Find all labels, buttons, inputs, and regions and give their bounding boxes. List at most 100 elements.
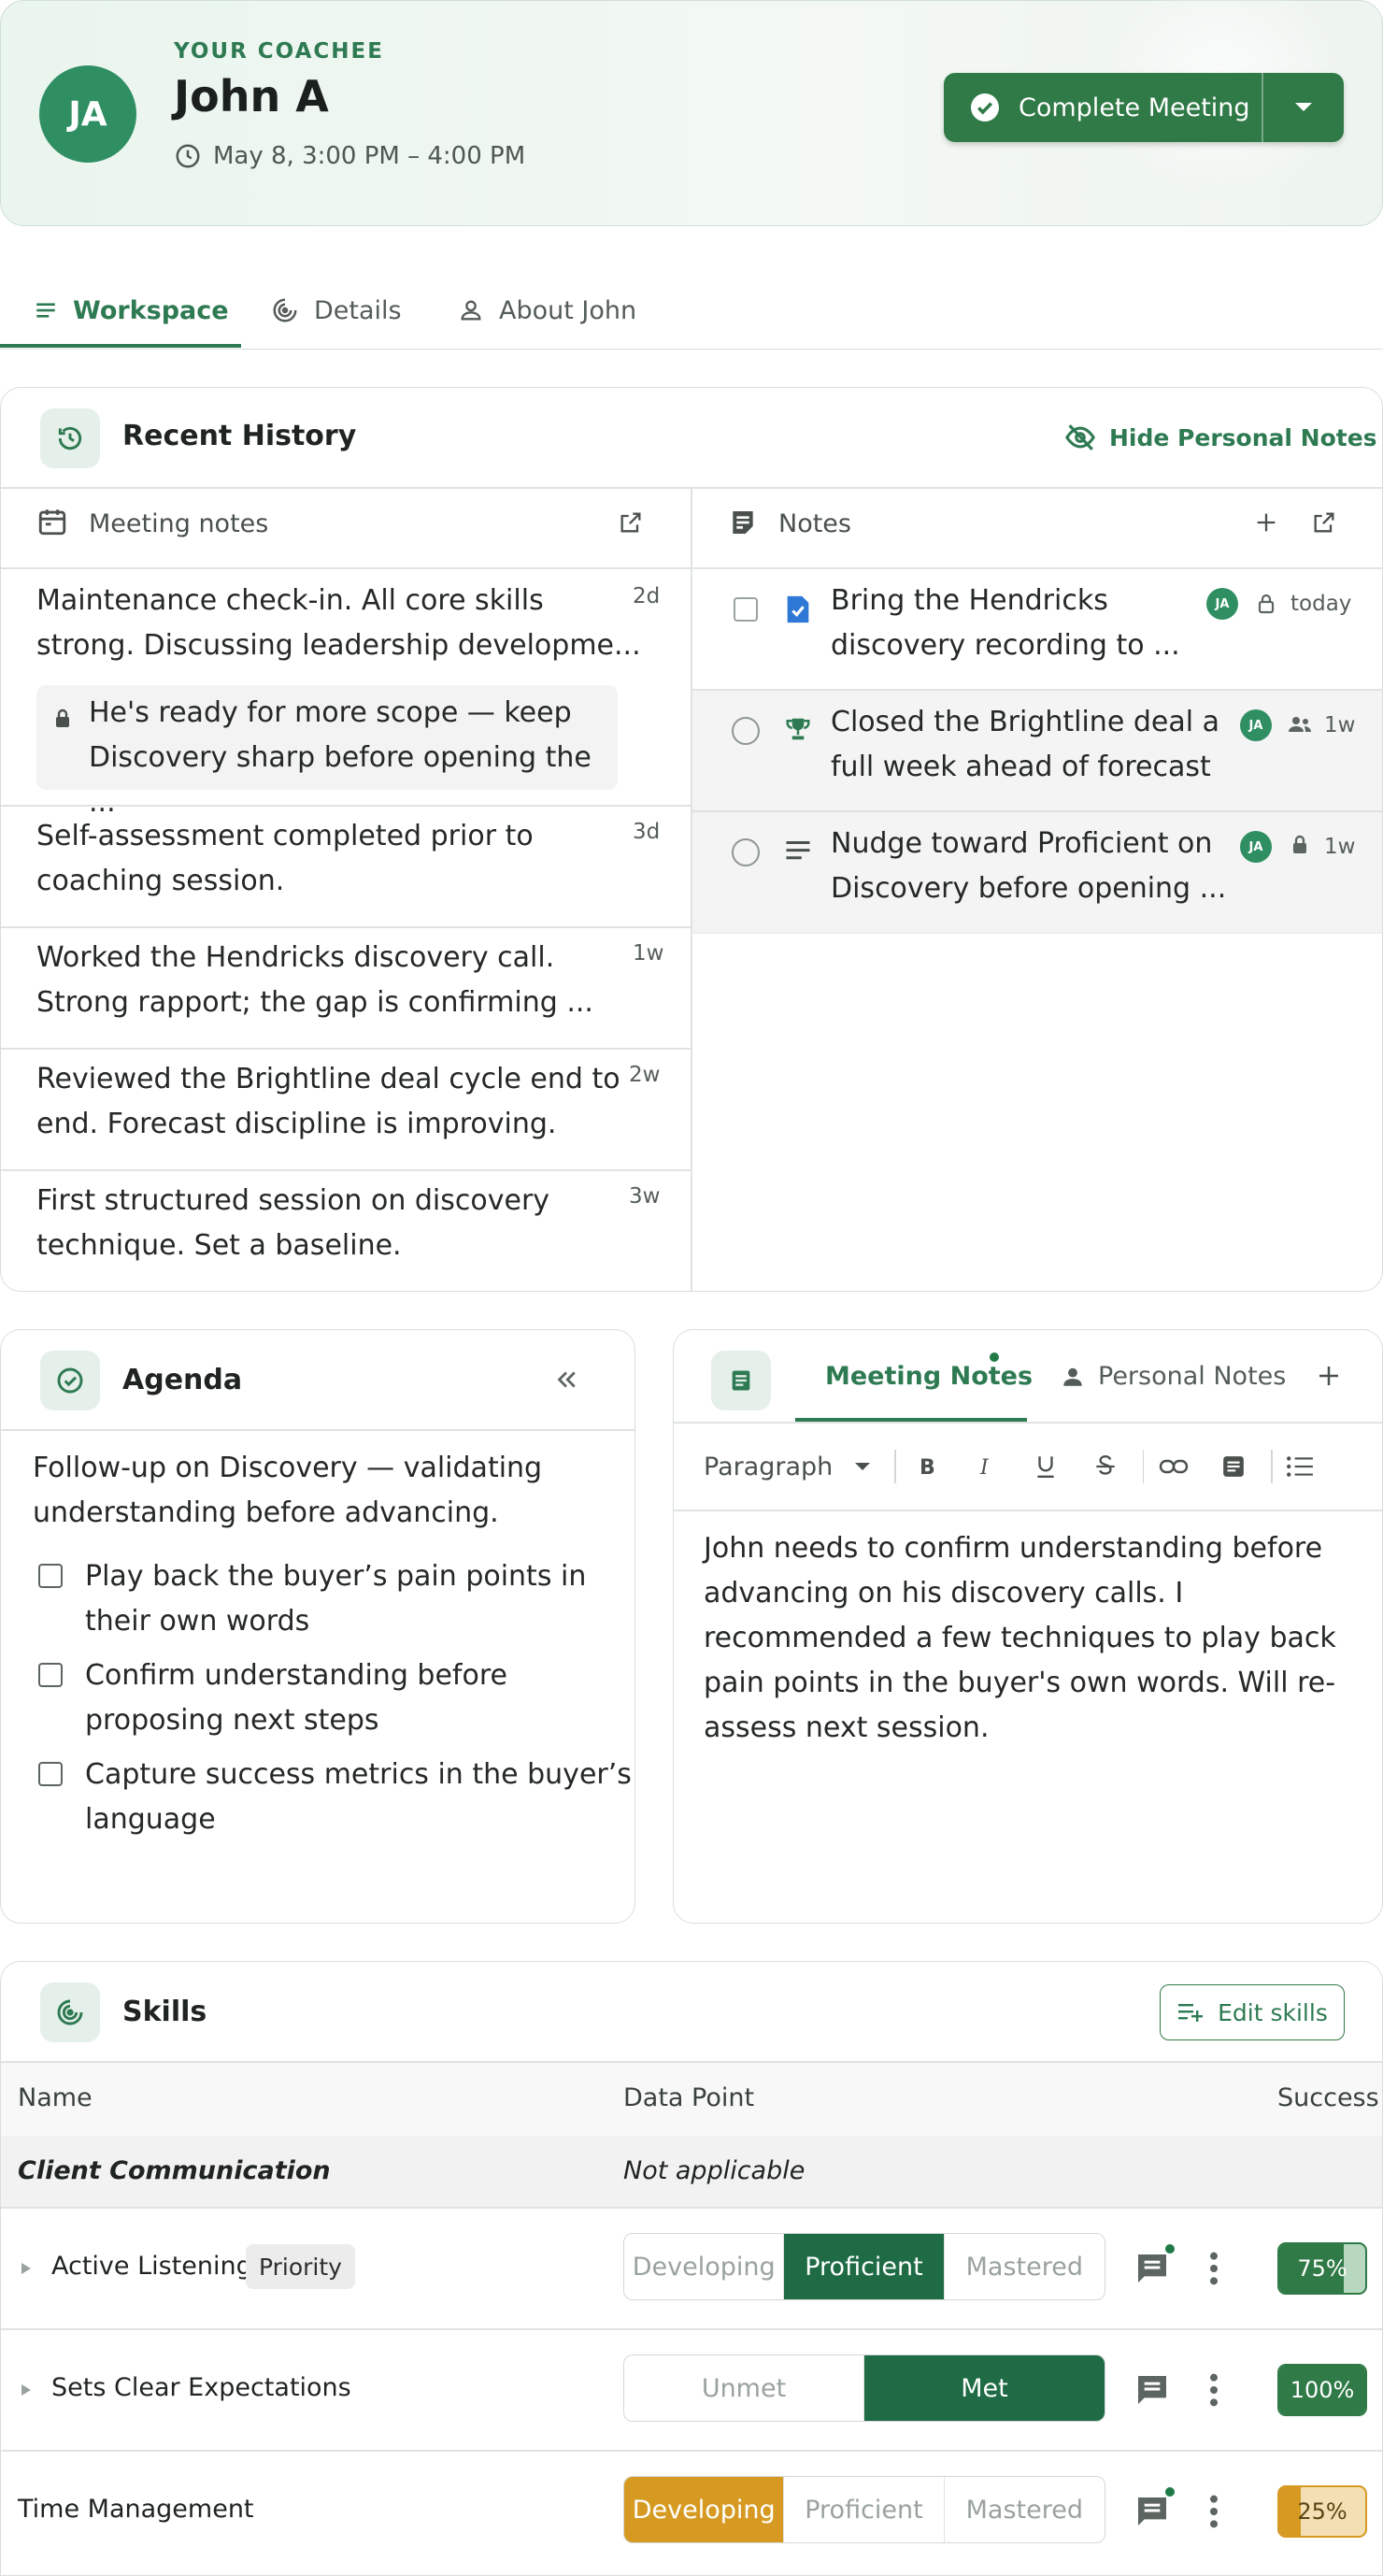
- strikethrough-icon[interactable]: [1076, 1453, 1135, 1480]
- list-icon[interactable]: [1273, 1454, 1327, 1479]
- document-icon: [728, 1367, 754, 1394]
- agenda-icon-badge: [40, 1351, 100, 1410]
- meeting-note-item[interactable]: First structured session on discovery te…: [1, 1171, 691, 1291]
- meeting-note-item[interactable]: Maintenance check-in. All core skills st…: [1, 569, 691, 819]
- editor-line: pain points in the buyer's own words. Wi…: [704, 1667, 1336, 1699]
- italic-icon[interactable]: I: [956, 1454, 1016, 1479]
- format-block-icon[interactable]: [1204, 1454, 1263, 1479]
- editor-body[interactable]: John needs to confirm understanding befo…: [704, 1526, 1336, 1751]
- meeting-note-item[interactable]: Self-assessment completed prior to coach…: [1, 807, 691, 926]
- note-author-avatar: JA: [1240, 831, 1272, 863]
- rating-option-selected[interactable]: Developing: [624, 2477, 785, 2542]
- note-item[interactable]: Nudge toward Proficient on Discovery bef…: [692, 812, 1382, 932]
- open-notes-icon[interactable]: [1311, 509, 1337, 536]
- meeting-note-item[interactable]: Worked the Hendricks discovery call. Str…: [1, 928, 691, 1048]
- complete-meeting-dropdown[interactable]: [1263, 73, 1344, 142]
- tab-about-john-label: About John: [499, 295, 637, 325]
- link-icon[interactable]: [1144, 1457, 1204, 1476]
- notes-label: Notes: [778, 509, 851, 538]
- tab-about-john[interactable]: About John: [458, 271, 636, 350]
- clock-icon: [174, 142, 202, 170]
- target-icon: [271, 296, 299, 324]
- rating-option-selected[interactable]: Met: [864, 2355, 1105, 2421]
- meeting-notes-label: Meeting notes: [89, 509, 269, 538]
- open-meeting-notes-icon[interactable]: [618, 509, 644, 536]
- add-tab-icon[interactable]: [1315, 1362, 1343, 1390]
- editor-line: assess next session.: [704, 1711, 990, 1744]
- success-label: 25%: [1297, 2498, 1347, 2525]
- hide-personal-notes-button[interactable]: Hide Personal Notes: [1064, 422, 1377, 453]
- note-radio[interactable]: [732, 717, 760, 745]
- expand-caret-icon[interactable]: [20, 2383, 33, 2397]
- more-vert-icon[interactable]: [1203, 2250, 1225, 2287]
- note-line: Discovery before opening ...: [831, 872, 1227, 905]
- coachee-eyebrow: YOUR COACHEE: [174, 39, 384, 64]
- rating-option[interactable]: Proficient: [784, 2477, 945, 2542]
- meeting-note-line: strong. Discussing leadership developme.…: [36, 629, 641, 662]
- check-circle-icon: [968, 91, 1002, 124]
- note-line: Nudge toward Proficient on: [831, 827, 1213, 860]
- comment-icon[interactable]: [1133, 2493, 1171, 2530]
- tab-personal-notes[interactable]: Personal Notes: [1061, 1362, 1286, 1391]
- paragraph-select[interactable]: Paragraph: [704, 1453, 894, 1481]
- edit-skills-button[interactable]: Edit skills: [1160, 1984, 1345, 2040]
- skills-icon-badge: [40, 1982, 100, 2042]
- note-item[interactable]: Closed the Brightline deal a full week a…: [692, 691, 1382, 810]
- agenda-item-text: Confirm understanding before: [85, 1659, 507, 1692]
- rating-option[interactable]: Mastered: [945, 2477, 1105, 2542]
- comment-dot: [1163, 2242, 1176, 2255]
- lines-icon: [784, 838, 812, 863]
- complete-meeting-button[interactable]: Complete Meeting: [944, 73, 1262, 142]
- meeting-note-line: technique. Set a baseline.: [36, 1229, 402, 1262]
- more-vert-icon[interactable]: [1203, 2371, 1225, 2409]
- rating-option[interactable]: Developing: [624, 2234, 785, 2299]
- private-note-line: He's ready for more scope — keep: [89, 696, 572, 729]
- agenda-checkbox[interactable]: [38, 1663, 63, 1687]
- agenda-item: Confirm understanding before proposing n…: [1, 1653, 634, 1747]
- tab-workspace[interactable]: Workspace: [34, 271, 229, 350]
- success-progress: 75%: [1277, 2242, 1367, 2295]
- note-age: today: [1290, 592, 1352, 616]
- add-note-icon[interactable]: [1253, 509, 1279, 536]
- comment-icon[interactable]: [1133, 2250, 1171, 2287]
- hide-personal-notes-label: Hide Personal Notes: [1109, 423, 1377, 451]
- agenda-item-text: Capture success metrics in the buyer’s: [85, 1758, 632, 1791]
- meeting-note-age: 2d: [633, 584, 661, 608]
- rating-option-selected[interactable]: Proficient: [784, 2234, 945, 2299]
- svg-text:B: B: [920, 1456, 935, 1479]
- success-label: 75%: [1297, 2255, 1347, 2282]
- list-icon: [34, 298, 58, 322]
- agenda-checkbox[interactable]: [38, 1564, 63, 1588]
- meeting-note-age: 2w: [629, 1063, 661, 1087]
- tab-details[interactable]: Details: [271, 271, 402, 350]
- underline-icon[interactable]: [1016, 1453, 1076, 1480]
- private-note-box: He's ready for more scope — keep Discove…: [36, 685, 618, 819]
- meeting-note-line: Maintenance check-in. All core skills: [36, 584, 544, 617]
- lock-icon: [1255, 592, 1277, 616]
- skill-name: Sets Clear Expectations: [51, 2373, 351, 2402]
- collapse-icon[interactable]: [552, 1366, 580, 1394]
- paragraph-select-value: Paragraph: [704, 1452, 834, 1481]
- note-radio[interactable]: [732, 838, 760, 866]
- table-row: Sets Clear Expectations Unmet Met 100%: [1, 2330, 1382, 2450]
- expand-caret-icon[interactable]: [20, 2261, 33, 2276]
- note-line: full week ahead of forecast: [831, 751, 1211, 783]
- agenda-checkbox[interactable]: [38, 1762, 63, 1786]
- meeting-note-line: Worked the Hendricks discovery call.: [36, 941, 555, 974]
- note-age: 1w: [1324, 713, 1356, 737]
- tab-personal-notes-label: Personal Notes: [1098, 1362, 1287, 1391]
- history-icon-badge: [40, 408, 100, 468]
- rating-option[interactable]: Unmet: [624, 2355, 864, 2421]
- rating-option[interactable]: Mastered: [945, 2234, 1105, 2299]
- comment-icon[interactable]: [1133, 2371, 1171, 2409]
- meeting-note-item[interactable]: Reviewed the Brightline deal cycle end t…: [1, 1050, 691, 1169]
- note-item[interactable]: Bring the Hendricks discovery recording …: [692, 569, 1382, 689]
- tab-meeting-notes[interactable]: Meeting Notes: [825, 1362, 1033, 1391]
- skill-rating-control: Developing Proficient Mastered: [623, 2476, 1105, 2543]
- note-checkbox[interactable]: [734, 597, 758, 622]
- meeting-note-line: coaching session.: [36, 865, 285, 897]
- bold-icon[interactable]: B: [896, 1454, 956, 1479]
- more-vert-icon[interactable]: [1203, 2493, 1225, 2530]
- skill-name: Active Listening: [51, 2252, 252, 2281]
- meeting-note-line: Self-assessment completed prior to: [36, 820, 534, 852]
